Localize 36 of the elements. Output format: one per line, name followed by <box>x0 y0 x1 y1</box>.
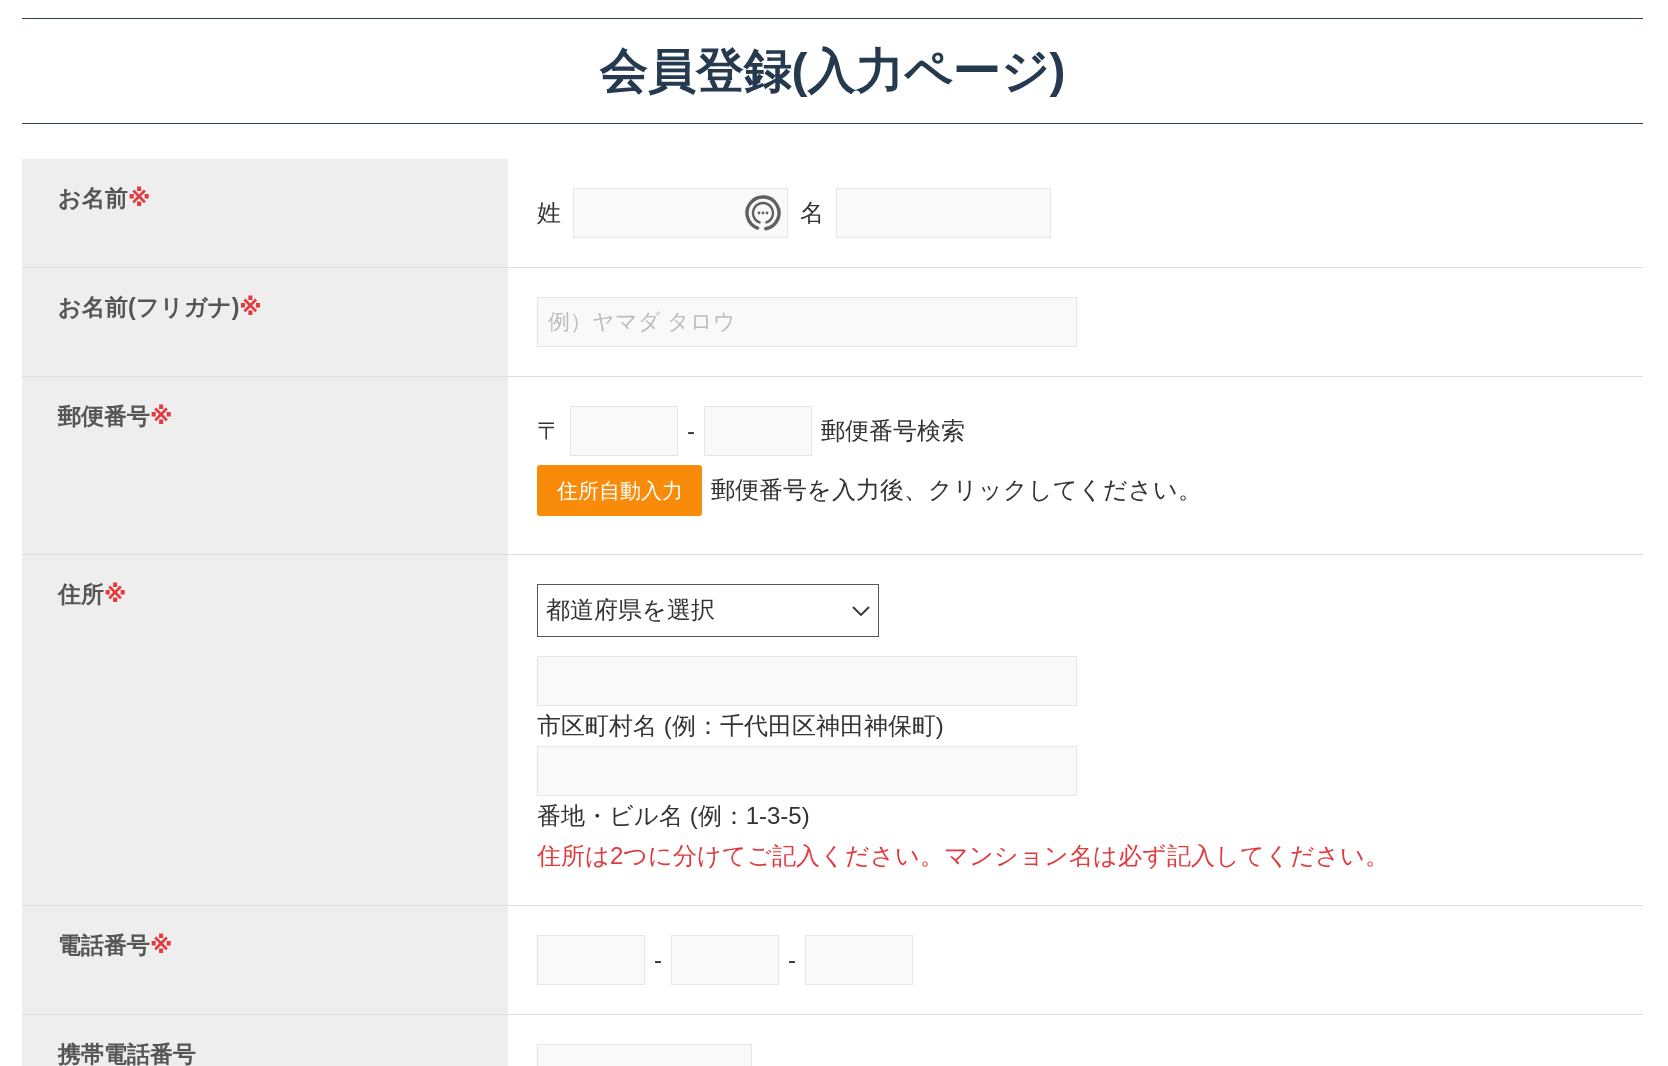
chevron-down-icon <box>852 605 870 616</box>
postal-code-field[interactable] <box>570 406 678 456</box>
field-label: 携帯電話番号 <box>58 1041 196 1066</box>
input-label: 名 <box>800 198 824 228</box>
field-label: 住所 <box>58 581 104 607</box>
page-title: 会員登録(入力ページ) <box>599 43 1066 100</box>
required-mark: ※ <box>104 581 127 607</box>
address-input-field[interactable] <box>537 746 1077 796</box>
field-label: 電話番号 <box>58 932 150 958</box>
password-manager-icon[interactable] <box>745 195 781 231</box>
field-caption: 市区町村名 (例：千代田区神田神保町) <box>537 711 944 741</box>
phone-input-field[interactable] <box>537 935 645 985</box>
kana-input-field[interactable]: 例）ヤマダ タロウ <box>537 297 1077 347</box>
name-input-field[interactable] <box>836 188 1051 238</box>
phone-input-field[interactable] <box>671 935 779 985</box>
required-mark: ※ <box>150 932 173 958</box>
hint-text: 郵便番号を入力後、クリックしてください。 <box>711 476 1202 505</box>
postal-code-field[interactable] <box>704 406 812 456</box>
required-mark: ※ <box>150 403 173 429</box>
name-input-field[interactable] <box>573 188 788 238</box>
address-input-field[interactable] <box>537 656 1077 706</box>
field-caption: 番地・ビル名 (例：1-3-5) <box>537 801 810 831</box>
required-mark: ※ <box>239 294 262 320</box>
phone-input-field[interactable] <box>805 935 913 985</box>
field-label: 郵便番号 <box>58 403 150 429</box>
prefecture-select[interactable]: 都道府県を選択 <box>537 584 879 637</box>
postal-search-label: 郵便番号検索 <box>821 416 965 446</box>
field-label: お名前 <box>58 185 128 211</box>
input-label: 姓 <box>537 198 561 228</box>
field-label: お名前(フリガナ) <box>58 294 240 320</box>
postal-mark: 〒 <box>537 416 561 446</box>
separator-text: - <box>654 945 662 975</box>
separator-text: - <box>788 945 796 975</box>
required-mark: ※ <box>128 185 151 211</box>
notice-text: 住所は2つに分けてご記入ください。マンション名は必ず記入してください。 <box>537 841 1390 871</box>
separator-text: - <box>687 416 695 446</box>
